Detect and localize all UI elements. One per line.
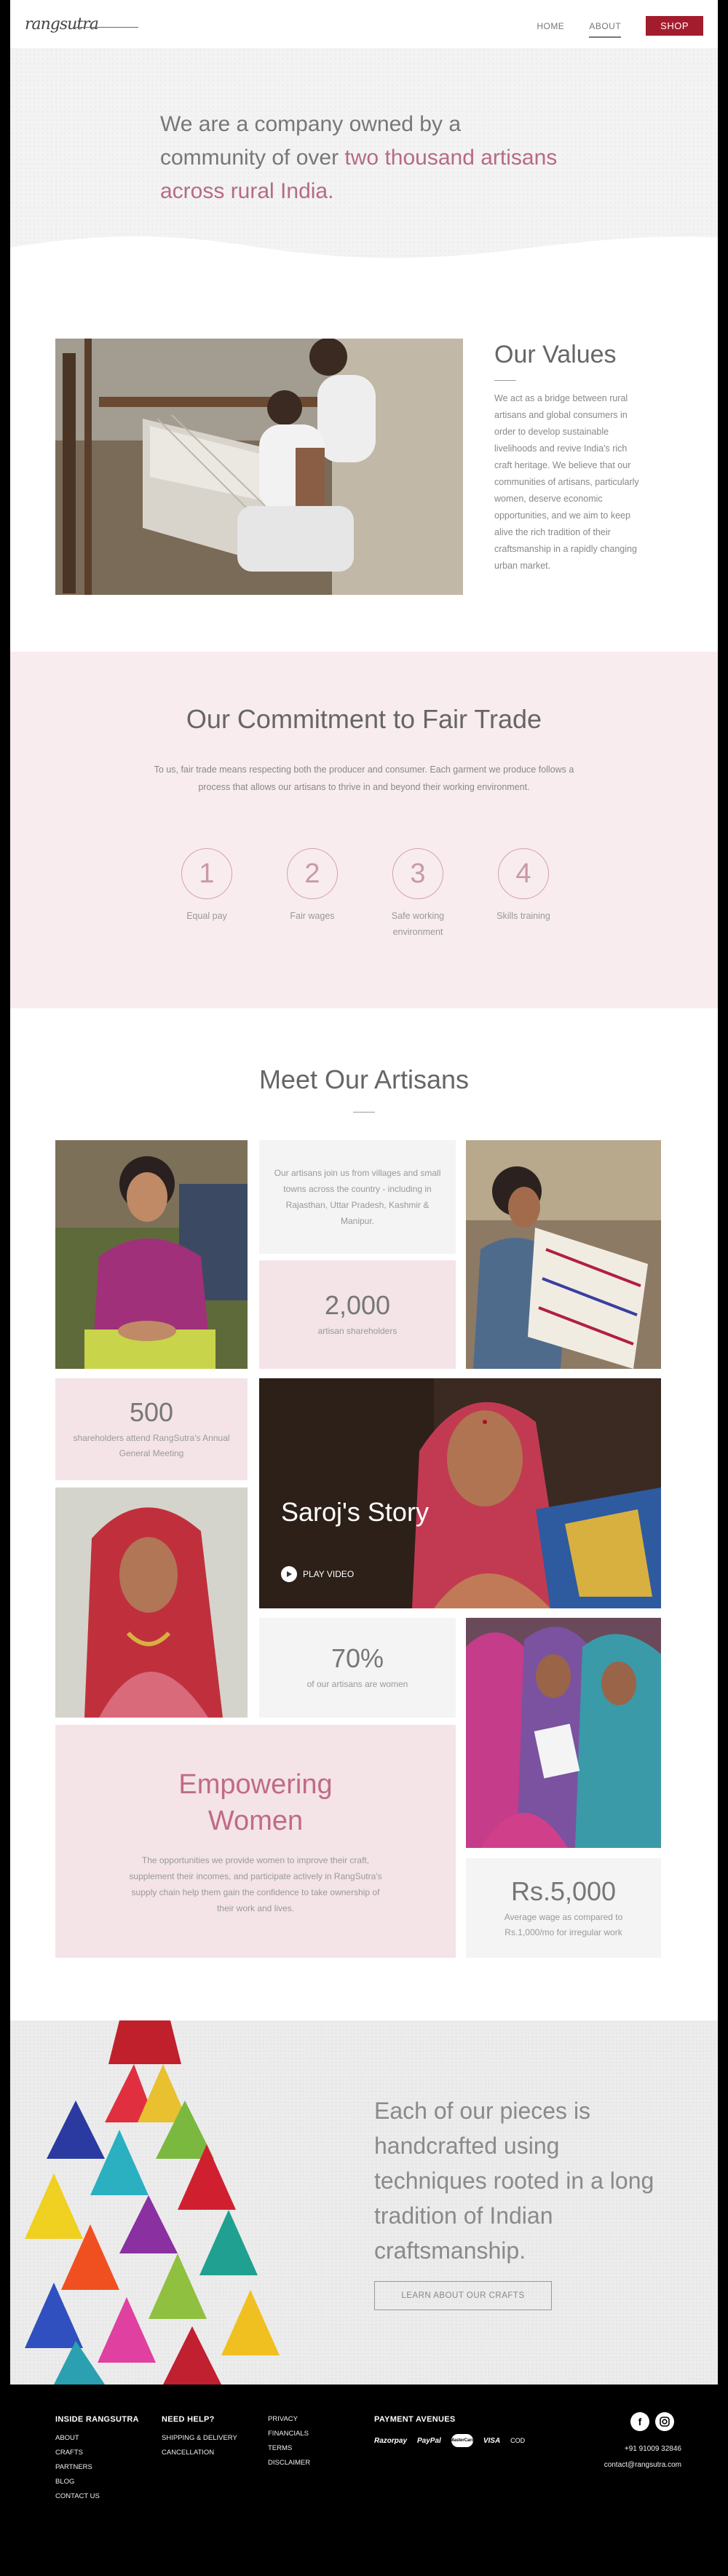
fair-trade-section: Our Commitment to Fair Trade To us, fair… bbox=[10, 652, 718, 1008]
values-body: We act as a bridge between rural artisan… bbox=[494, 393, 639, 571]
logo[interactable]: rangsutra bbox=[25, 15, 99, 33]
footer-link-blog[interactable]: BLOG bbox=[55, 2478, 139, 2486]
sarojs-story-video-tile[interactable]: Saroj's Story PLAY VIDEO bbox=[259, 1378, 661, 1608]
nav-home[interactable]: HOME bbox=[537, 21, 564, 31]
principle-number: 2 bbox=[287, 848, 338, 899]
footer-col-title: PAYMENT AVENUES bbox=[374, 2415, 456, 2424]
principle-number: 3 bbox=[392, 848, 443, 899]
stat-agm-tile: 500 shareholders attend RangSutra's Annu… bbox=[55, 1378, 248, 1480]
artisan-photo-woman-red-veil bbox=[55, 1487, 248, 1718]
footer-col-title: NEED HELP? bbox=[162, 2415, 215, 2424]
visa-logo: VISA bbox=[483, 2436, 501, 2445]
footer-col-inside: INSIDE RANGSUTRA ABOUT CRAFTS PARTNERS B… bbox=[55, 2415, 139, 2507]
stat-shareholders-tile: 2,000 artisan shareholders bbox=[259, 1260, 456, 1369]
stat-wage-label: Average wage as compared to Rs.1,000/mo … bbox=[504, 1911, 623, 1937]
footer-link-disclaimer[interactable]: DISCLAIMER bbox=[268, 2459, 310, 2467]
footer-col-legal: PRIVACY FINANCIALS TERMS DISCLAIMER bbox=[268, 2415, 310, 2473]
footer-link-terms[interactable]: TERMS bbox=[268, 2444, 310, 2452]
footer-col-payment: PAYMENT AVENUES Razorpay PayPal MasterCa… bbox=[374, 2415, 525, 2447]
empowering-body: The opportunities we provide women to im… bbox=[129, 1855, 382, 1913]
learn-crafts-button[interactable]: LEARN ABOUT OUR CRAFTS bbox=[374, 2281, 552, 2310]
hero-section: We are a company owned by a community of… bbox=[10, 48, 718, 269]
story-title: Saroj's Story bbox=[281, 1497, 429, 1527]
mastercard-logo: MasterCard bbox=[451, 2434, 473, 2447]
footer-col-title: INSIDE RANGSUTRA bbox=[55, 2415, 139, 2424]
nav-about[interactable]: ABOUT bbox=[589, 21, 622, 38]
page: rangsutra HOME ABOUT SHOP We are a compa… bbox=[0, 0, 728, 2576]
values-title: Our Values bbox=[494, 341, 617, 368]
craft-headline: Each of our pieces is handcrafted using … bbox=[374, 2098, 654, 2264]
villages-text-tile: Our artisans join us from villages and s… bbox=[259, 1140, 456, 1254]
site-header: rangsutra HOME ABOUT SHOP bbox=[10, 0, 718, 48]
instagram-icon[interactable] bbox=[655, 2412, 674, 2431]
razorpay-logo: Razorpay bbox=[374, 2436, 408, 2445]
footer-link-cancellation[interactable]: CANCELLATION bbox=[162, 2449, 237, 2457]
footer-link-partners[interactable]: PARTNERS bbox=[55, 2463, 139, 2471]
footer-link-privacy[interactable]: PRIVACY bbox=[268, 2415, 310, 2423]
fair-trade-description: To us, fair trade means respecting both … bbox=[154, 764, 574, 792]
hero-statement: We are a company owned by a community of… bbox=[160, 108, 568, 208]
stat-women-label: of our artisans are women bbox=[306, 1679, 408, 1689]
footer-link-contact[interactable]: CONTACT US bbox=[55, 2492, 139, 2500]
stat-shareholders-value: 2,000 bbox=[324, 1290, 391, 1320]
footer-link-financials[interactable]: FINANCIALS bbox=[268, 2430, 310, 2438]
artisans-title-rule bbox=[353, 1112, 375, 1113]
play-video-button[interactable]: PLAY VIDEO bbox=[281, 1566, 354, 1582]
payment-methods: Razorpay PayPal MasterCard VISA COD bbox=[374, 2434, 525, 2447]
stat-women-value: 70% bbox=[331, 1643, 384, 1673]
stat-agm-label: shareholders attend RangSutra's Annual G… bbox=[73, 1433, 230, 1458]
main-nav: HOME ABOUT SHOP bbox=[537, 16, 703, 38]
contact-info: +91 91009 32846 contact@rangsutra.com bbox=[604, 2441, 681, 2473]
principle-equal-pay: 1 Equal pay bbox=[163, 848, 250, 924]
principle-label: Equal pay bbox=[186, 911, 227, 921]
stat-shareholders-label: artisan shareholders bbox=[317, 1326, 397, 1336]
principle-number: 4 bbox=[498, 848, 549, 899]
shop-button[interactable]: SHOP bbox=[646, 16, 703, 36]
weaving-artisans-photo bbox=[55, 339, 463, 595]
logo-underline bbox=[73, 27, 138, 28]
stat-wage-value: Rs.5,000 bbox=[510, 1876, 617, 1906]
principle-skills-training: 4 Skills training bbox=[480, 848, 567, 924]
stat-women-tile: 70% of our artisans are women bbox=[259, 1618, 456, 1718]
handcrafted-section: Each of our pieces is handcrafted using … bbox=[10, 2020, 718, 2385]
email-address[interactable]: contact@rangsutra.com bbox=[604, 2457, 681, 2473]
values-title-rule bbox=[494, 380, 516, 381]
artisan-photo-man-weaving bbox=[466, 1140, 661, 1369]
play-icon bbox=[281, 1566, 297, 1582]
cod-label: COD bbox=[510, 2437, 526, 2444]
footer-col-help: NEED HELP? SHIPPING & DELIVERY CANCELLAT… bbox=[162, 2415, 237, 2463]
stat-wage-tile: Rs.5,000 Average wage as compared to Rs.… bbox=[466, 1858, 661, 1958]
play-video-label: PLAY VIDEO bbox=[303, 1569, 355, 1579]
villages-text: Our artisans join us from villages and s… bbox=[274, 1168, 441, 1226]
artisans-title: Meet Our Artisans bbox=[258, 1064, 470, 1094]
paypal-logo: PayPal bbox=[417, 2436, 441, 2445]
empowering-title: Empowering Women bbox=[178, 1769, 333, 1836]
facebook-icon[interactable]: f bbox=[630, 2412, 649, 2431]
wave-divider bbox=[10, 236, 718, 269]
principle-label: Skills training bbox=[496, 911, 550, 921]
empowering-women-tile: Empowering Women The opportunities we pr… bbox=[55, 1725, 456, 1958]
artisan-photo-women-group bbox=[466, 1618, 661, 1848]
footer-link-crafts[interactable]: CRAFTS bbox=[55, 2449, 139, 2457]
social-links: f bbox=[630, 2412, 674, 2431]
principle-safe-environment: 3 Safe working environment bbox=[374, 848, 462, 940]
main-content: rangsutra HOME ABOUT SHOP We are a compa… bbox=[10, 0, 718, 2385]
footer-link-shipping[interactable]: SHIPPING & DELIVERY bbox=[162, 2434, 237, 2442]
footer-link-about[interactable]: ABOUT bbox=[55, 2434, 139, 2442]
stat-agm-value: 500 bbox=[129, 1397, 174, 1427]
principle-number: 1 bbox=[181, 848, 232, 899]
principle-fair-wages: 2 Fair wages bbox=[269, 848, 356, 924]
fair-trade-title: Our Commitment to Fair Trade bbox=[186, 704, 542, 734]
site-footer: INSIDE RANGSUTRA ABOUT CRAFTS PARTNERS B… bbox=[10, 2385, 718, 2576]
artisan-photo-woman-purple bbox=[55, 1140, 248, 1369]
tassels-image bbox=[25, 2020, 280, 2385]
principle-label: Fair wages bbox=[290, 911, 335, 921]
phone-number[interactable]: +91 91009 32846 bbox=[604, 2441, 681, 2457]
principle-label: Safe working environment bbox=[391, 911, 445, 937]
